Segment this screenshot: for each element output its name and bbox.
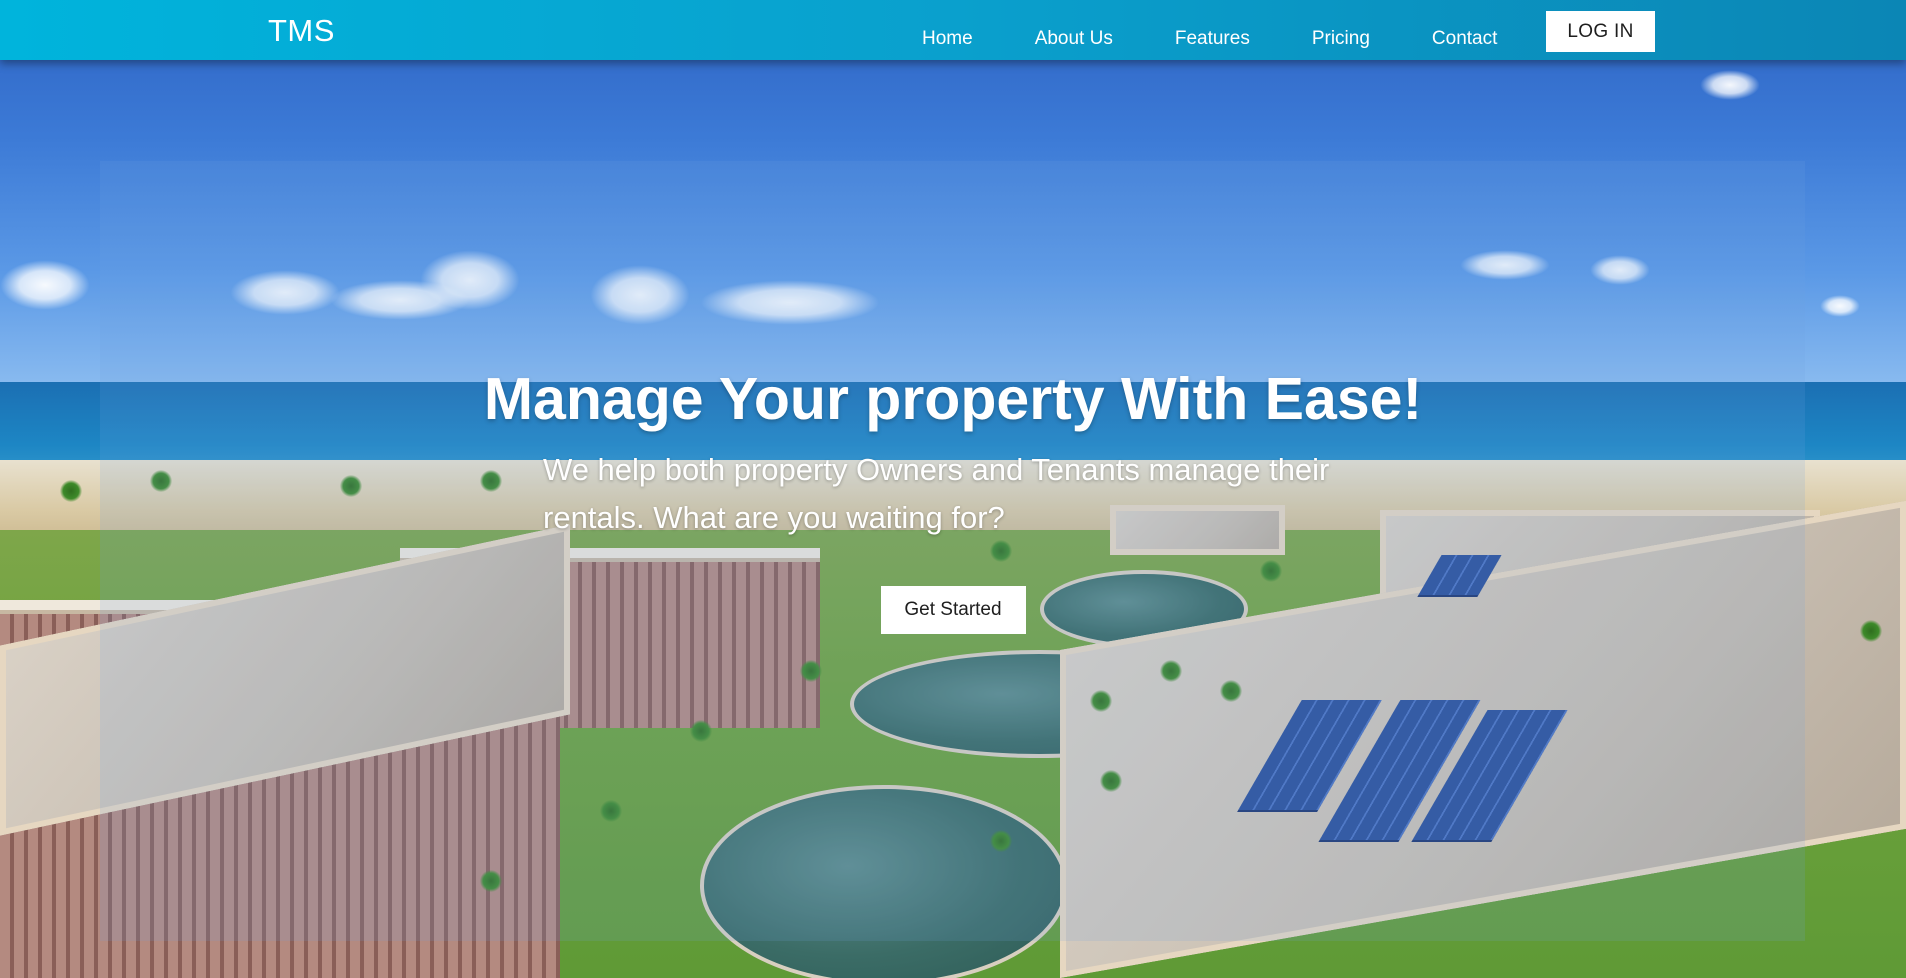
landing-page: TMS Home About Us Features Pricing Conta… bbox=[0, 0, 1906, 978]
nav-link-home[interactable]: Home bbox=[922, 28, 973, 50]
top-navbar: TMS Home About Us Features Pricing Conta… bbox=[0, 0, 1906, 60]
login-button[interactable]: LOG IN bbox=[1546, 11, 1655, 52]
nav-link-contact[interactable]: Contact bbox=[1432, 28, 1497, 50]
nav-link-features[interactable]: Features bbox=[1175, 28, 1250, 50]
nav-links: Home About Us Features Pricing Contact bbox=[922, 28, 1497, 50]
get-started-button[interactable]: Get Started bbox=[880, 586, 1026, 634]
hero-section: Manage Your property With Ease! We help … bbox=[0, 360, 1906, 634]
nav-link-pricing[interactable]: Pricing bbox=[1312, 28, 1370, 50]
brand-logo[interactable]: TMS bbox=[268, 13, 335, 49]
nav-link-about-us[interactable]: About Us bbox=[1035, 28, 1113, 50]
hero-title: Manage Your property With Ease! bbox=[483, 366, 1423, 432]
hero-subtitle: We help both property Owners and Tenants… bbox=[543, 452, 1330, 535]
